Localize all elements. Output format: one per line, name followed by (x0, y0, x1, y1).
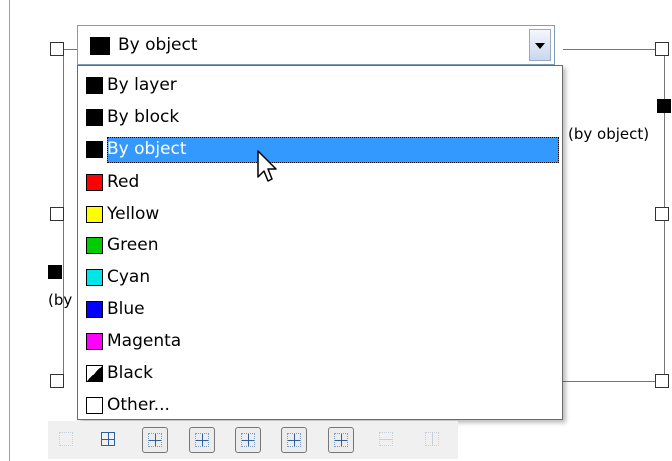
grid-outer-icon[interactable] (189, 427, 215, 453)
grid-left-icon[interactable] (328, 427, 354, 453)
color-option-highlighted[interactable]: By object (86, 136, 559, 164)
preview-handle-mid-right[interactable] (655, 207, 669, 221)
preview-handle-bottom-right[interactable] (655, 374, 669, 388)
color-option-label: Blue (107, 299, 145, 319)
color-dropdown-list[interactable]: By layer By block By object Red Yellow G… (77, 65, 563, 420)
color-option-label: Magenta (107, 331, 182, 351)
color-swatch (86, 174, 103, 191)
panel-divider (9, 0, 10, 461)
border-toolbar (48, 421, 458, 459)
color-swatch (86, 206, 103, 223)
grid-inside-icon[interactable] (96, 427, 122, 453)
grid-none-icon[interactable] (54, 427, 80, 453)
preview-swatch-left (48, 265, 62, 279)
color-swatch (86, 141, 103, 158)
color-option-label: Cyan (107, 267, 151, 287)
color-option-label: By object (107, 139, 187, 159)
color-option[interactable]: Red (86, 169, 556, 197)
grid-all-glyph (148, 433, 162, 447)
color-option-label: Yellow (107, 204, 160, 224)
mouse-pointer-icon (257, 150, 277, 182)
preview-line-bottom-right (563, 381, 658, 382)
preview-line-top-left (64, 49, 78, 50)
grid-outer-glyph (195, 433, 209, 447)
preview-handle-bottom-left[interactable] (50, 374, 64, 388)
color-option[interactable]: Black (86, 360, 556, 388)
color-option[interactable]: Other... (86, 392, 556, 420)
color-swatch (86, 333, 103, 350)
grid-bottom-glyph (287, 433, 301, 447)
color-option-label: By block (107, 107, 180, 127)
grid-top-glyph (241, 433, 255, 447)
color-swatch (86, 237, 103, 254)
color-option[interactable]: Blue (86, 296, 556, 324)
preview-handle-top-left[interactable] (50, 42, 64, 56)
color-option[interactable]: Cyan (86, 264, 556, 292)
color-swatch (86, 365, 103, 382)
color-option-label: Other... (107, 395, 170, 415)
grid-horizontal-icon[interactable] (374, 427, 400, 453)
color-option[interactable]: By layer (86, 72, 556, 100)
color-swatch (86, 397, 103, 414)
color-combobox[interactable]: By object (77, 25, 555, 65)
grid-none-glyph (59, 432, 73, 446)
color-option[interactable]: By block (86, 104, 556, 132)
grid-inside-glyph (101, 432, 115, 446)
grid-horizontal-glyph (379, 432, 393, 446)
dropdown-arrow-button[interactable] (529, 29, 551, 61)
color-option-label: By layer (107, 75, 177, 95)
color-option-label: Green (107, 235, 159, 255)
color-swatch (86, 301, 103, 318)
color-swatch (86, 77, 103, 94)
color-swatch (86, 269, 103, 286)
grid-all-icon[interactable] (142, 427, 168, 453)
preview-handle-mid-left[interactable] (50, 207, 64, 221)
preview-label-left: (by (48, 291, 73, 309)
color-option[interactable]: Yellow (86, 201, 556, 229)
grid-bottom-icon[interactable] (281, 427, 307, 453)
color-option[interactable]: Magenta (86, 328, 556, 356)
color-swatch (86, 109, 103, 126)
grid-vertical-icon[interactable] (420, 427, 446, 453)
combobox-selected-label: By object (118, 35, 198, 55)
preview-handle-top-right[interactable] (655, 42, 669, 56)
grid-top-icon[interactable] (235, 427, 261, 453)
chevron-down-icon (535, 43, 545, 49)
grid-left-glyph (334, 433, 348, 447)
color-option-label: Black (107, 363, 153, 383)
preview-label-right: (by object) (568, 125, 650, 143)
grid-vertical-glyph (425, 432, 439, 446)
color-option-label: Red (107, 172, 140, 192)
preview-swatch-right (657, 99, 671, 113)
color-option[interactable]: Green (86, 232, 556, 260)
selected-color-swatch (90, 37, 110, 55)
preview-line-top-right (563, 49, 658, 50)
